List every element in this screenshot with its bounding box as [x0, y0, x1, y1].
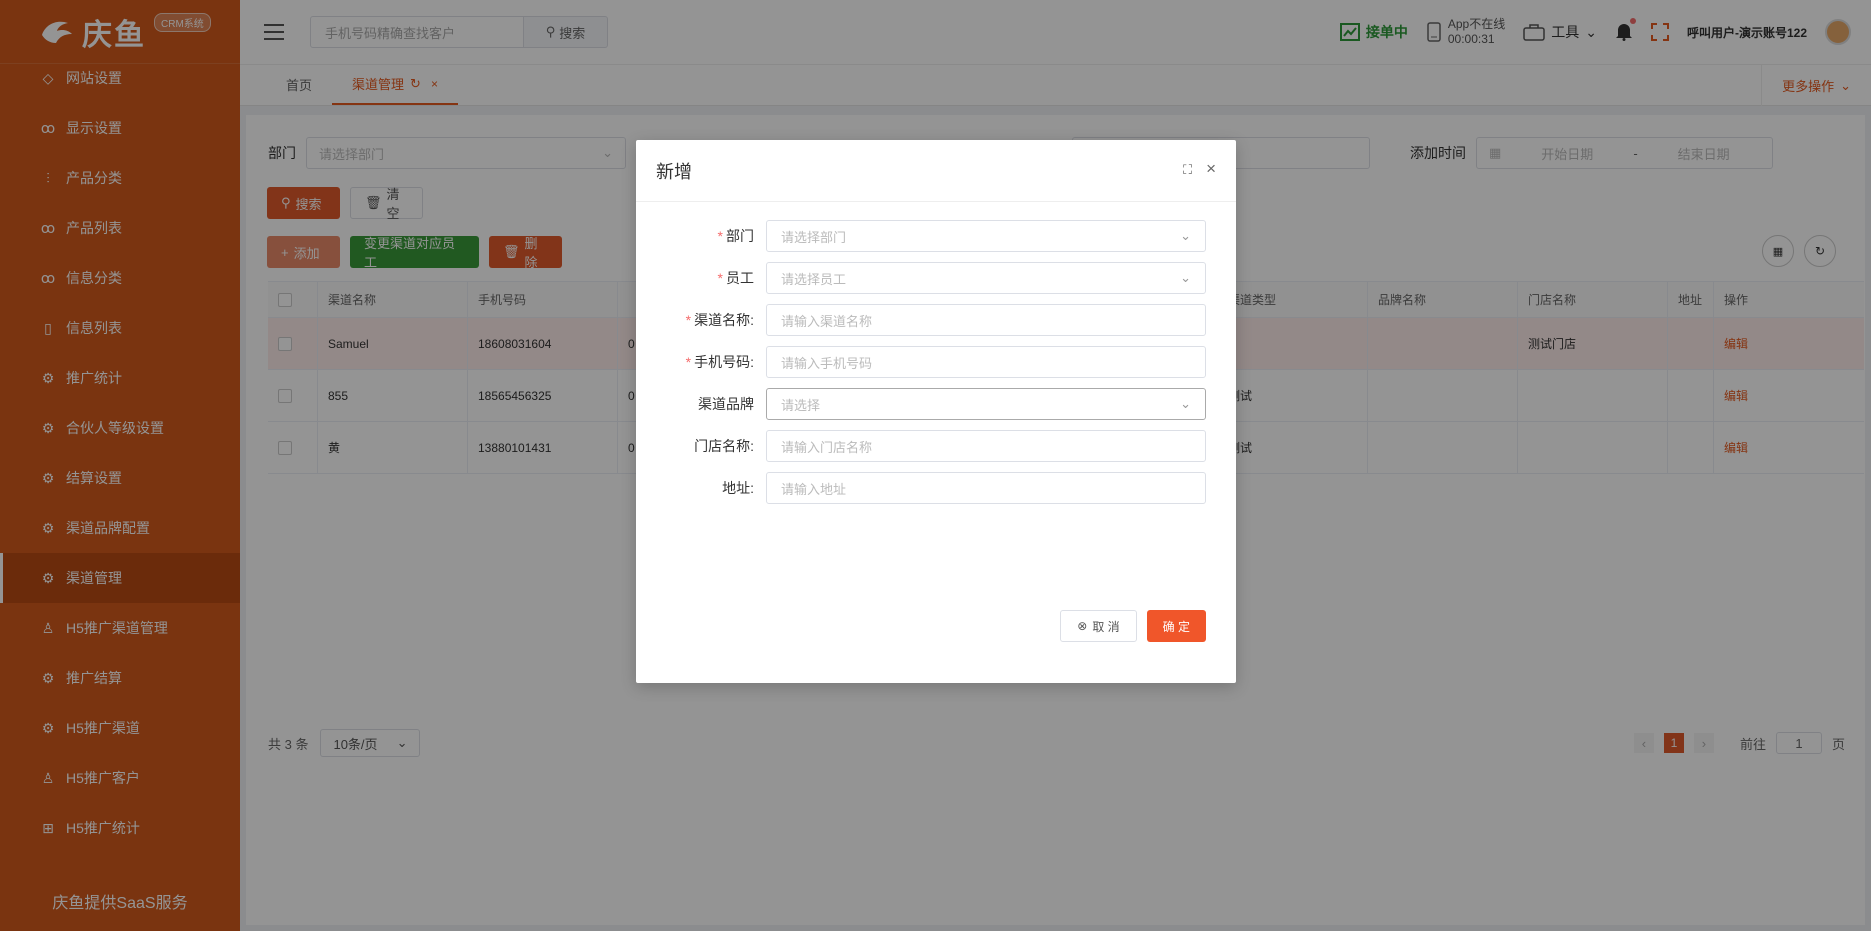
- cancel-button[interactable]: ⊗ 取 消: [1060, 610, 1137, 642]
- cancel-button-label: 取 消: [1092, 619, 1120, 634]
- form-placeholder: 请输入地址: [781, 481, 847, 497]
- form-label-text: 渠道品牌: [698, 396, 754, 412]
- dialog-header: 新增 ⛶ ×: [636, 140, 1236, 202]
- form-select[interactable]: 请选择员工 ⌄: [766, 262, 1206, 294]
- chevron-down-icon: ⌄: [1180, 270, 1191, 285]
- form-input[interactable]: 请输入手机号码: [766, 346, 1206, 378]
- form-label-text: 渠道名称:: [694, 312, 754, 328]
- chevron-down-icon: ⌄: [1180, 228, 1191, 243]
- form-input[interactable]: 请输入渠道名称: [766, 304, 1206, 336]
- add-channel-dialog: 新增 ⛶ × * 部门 请选择部门 ⌄ * 员工 请选择员工 ⌄ * 渠道名称: 请输入渠道名称 * 手…: [636, 140, 1236, 683]
- form-placeholder: 请选择员工: [781, 271, 847, 287]
- form-row: * 员工 请选择员工 ⌄: [636, 262, 1236, 294]
- form-placeholder: 请选择: [781, 397, 821, 413]
- form-row: 门店名称: 请输入门店名称: [636, 430, 1236, 462]
- required-mark: *: [717, 228, 723, 244]
- form-placeholder: 请输入渠道名称: [781, 313, 873, 329]
- required-mark: *: [685, 354, 692, 370]
- form-label-text: 门店名称:: [694, 438, 754, 454]
- form-placeholder: 请输入门店名称: [781, 439, 873, 455]
- form-input[interactable]: 请输入地址: [766, 472, 1206, 504]
- form-row: * 手机号码: 请输入手机号码: [636, 346, 1236, 378]
- form-row: 渠道品牌 请选择 ⌄: [636, 388, 1236, 420]
- form-select[interactable]: 请选择部门 ⌄: [766, 220, 1206, 252]
- form-label: * 部门: [718, 220, 754, 252]
- confirm-button-label: 确 定: [1162, 619, 1190, 634]
- form-placeholder: 请选择部门: [781, 229, 847, 245]
- confirm-button[interactable]: 确 定: [1146, 610, 1206, 642]
- dialog-controls: ⛶ ×: [1183, 160, 1216, 178]
- cancel-circle-icon: ⊗: [1077, 619, 1088, 633]
- form-row: * 部门 请选择部门 ⌄: [636, 220, 1236, 252]
- form-select[interactable]: 请选择 ⌄: [766, 388, 1206, 420]
- required-mark: *: [717, 270, 723, 286]
- form-label-text: 部门: [726, 228, 754, 244]
- dialog-footer: ⊗ 取 消 确 定: [1060, 610, 1206, 642]
- form-label: 地址:: [722, 472, 754, 504]
- form-placeholder: 请输入手机号码: [781, 355, 873, 371]
- form-label: * 渠道名称:: [686, 304, 754, 336]
- form-row: 地址: 请输入地址: [636, 472, 1236, 504]
- chevron-down-icon: ⌄: [1180, 396, 1191, 411]
- dialog-title: 新增: [656, 161, 692, 182]
- form-label-text: 手机号码:: [694, 354, 754, 370]
- maximize-icon[interactable]: ⛶: [1183, 162, 1192, 178]
- form-label: 门店名称:: [694, 430, 754, 462]
- close-icon[interactable]: ×: [1206, 160, 1216, 178]
- form-label-text: 地址:: [722, 480, 754, 496]
- form-label-text: 员工: [726, 270, 754, 286]
- form-input[interactable]: 请输入门店名称: [766, 430, 1206, 462]
- form-label: * 手机号码:: [686, 346, 754, 378]
- required-mark: *: [685, 312, 692, 328]
- form-label: * 员工: [718, 262, 754, 294]
- form-label: 渠道品牌: [698, 388, 754, 420]
- form-row: * 渠道名称: 请输入渠道名称: [636, 304, 1236, 336]
